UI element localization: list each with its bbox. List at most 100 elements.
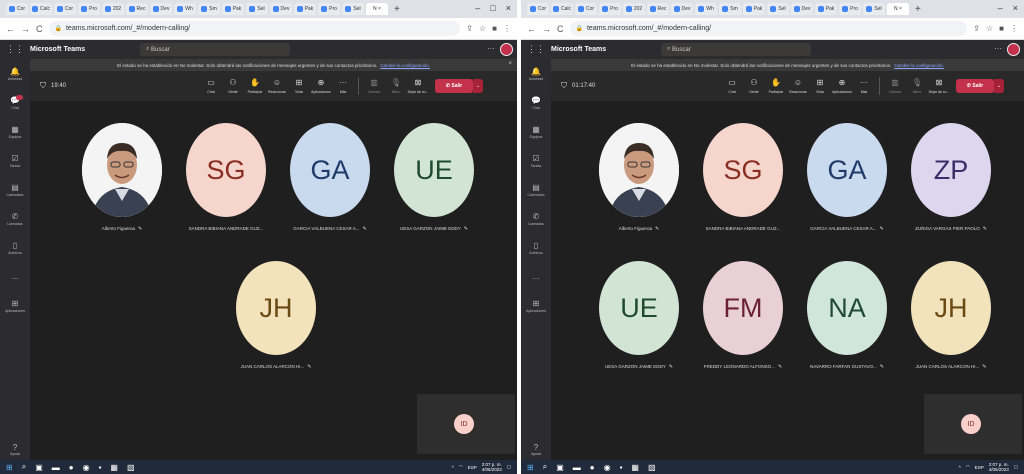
browser-tab[interactable]: Dev [671, 3, 693, 15]
browser-tab[interactable]: 202 [623, 3, 645, 15]
chevron-up-icon[interactable]: ^ [452, 465, 454, 470]
close-icon[interactable]: × [508, 61, 512, 67]
settings-link[interactable]: Cambie la configuración. [380, 63, 430, 68]
sidebar-icon[interactable]: ■ [492, 24, 497, 33]
sidebar-icon[interactable]: ■ [999, 24, 1004, 33]
menu-icon[interactable]: ⋮ [1010, 24, 1018, 33]
avatar[interactable] [500, 43, 513, 56]
participant-tile[interactable]: FM FREDDY LEONARDO ALFONSO... ✎ [695, 261, 791, 370]
minimize-icon[interactable]: – [998, 3, 1003, 13]
explorer-icon[interactable]: ▬ [573, 463, 581, 472]
clock[interactable]: 2:07 p. m. 4/05/2023 [989, 462, 1009, 472]
rail-item-files[interactable]: ▯ Archivos [0, 233, 30, 262]
chat-button[interactable]: ▭ Chat [721, 78, 743, 94]
rail-item-activity[interactable]: 🔔 Actividad [521, 59, 551, 88]
share-icon[interactable]: ⇪ [466, 24, 473, 33]
rail-item-calls[interactable]: ✆ Llamadas [0, 204, 30, 233]
self-view[interactable]: ID [417, 394, 515, 454]
browser-tab[interactable]: Pro [78, 3, 100, 15]
view-button[interactable]: ⊞ Vista [809, 78, 831, 94]
rail-item-apps[interactable]: ⊞ Aplicaciones [521, 291, 551, 320]
search-input[interactable]: ⌕ Buscar [140, 43, 290, 56]
browser-tab[interactable]: Pak [222, 3, 244, 15]
rail-item-chat[interactable]: 💬 Chat [521, 88, 551, 117]
camera-button[interactable]: ▥ Cámara [363, 78, 385, 94]
view-button[interactable]: ⊞ Vista [288, 78, 310, 94]
raise-hand-button[interactable]: ✋ Participar [765, 78, 787, 94]
browser-tab[interactable]: Sm [719, 3, 741, 15]
rail-item-calendar[interactable]: ▤ Calendario [0, 175, 30, 204]
chevron-up-icon[interactable]: ^ [959, 465, 961, 470]
url-field[interactable]: 🔒 teams.microsoft.com/_#/modern-calling/ [48, 21, 461, 36]
raise-hand-button[interactable]: ✋ Participar [244, 78, 266, 94]
stop-sharing-button[interactable]: ⊠ Dejar de co... [928, 78, 950, 94]
browser-tab[interactable]: Pak [743, 3, 765, 15]
rail-item-files[interactable]: ▯ Archivos [521, 233, 551, 262]
browser-tab[interactable]: Sel [246, 3, 268, 15]
rail-item-teams[interactable]: ▦ Equipos [0, 117, 30, 146]
rail-item-calls[interactable]: ✆ Llamadas [521, 204, 551, 233]
browser-tab[interactable]: 202 [102, 3, 124, 15]
app-icon[interactable]: ▧ [127, 463, 135, 472]
new-tab-icon[interactable]: + [394, 4, 400, 15]
camera-button[interactable]: ▥ Cámara [884, 78, 906, 94]
browser-tab[interactable]: Calc [551, 3, 573, 15]
app-launcher-icon[interactable]: ⋮⋮ [0, 44, 30, 55]
browser-tab[interactable]: Cor [54, 3, 76, 15]
react-button[interactable]: ☺ Reaccionar [266, 78, 288, 94]
more-button[interactable]: ··· Más [332, 78, 354, 94]
browser-tab[interactable]: Pak [815, 3, 837, 15]
browser-tab[interactable]: Calc [30, 3, 52, 15]
chrome-icon[interactable]: ◉ [604, 463, 611, 472]
more-options-icon[interactable]: ··· [487, 44, 495, 53]
excel-icon[interactable]: ▦ [110, 463, 118, 472]
windows-icon[interactable]: ⊞ [6, 463, 13, 472]
browser-tab-active[interactable]: N × [887, 3, 909, 15]
rail-item-tasks[interactable]: ☑ Tareas [521, 146, 551, 175]
teams-icon[interactable]: ▪ [99, 463, 102, 472]
rail-item-tasks[interactable]: ☑ Tareas [0, 146, 30, 175]
rail-item-activity[interactable]: 🔔 Actividad [0, 59, 30, 88]
excel-icon[interactable]: ▦ [631, 463, 639, 472]
more-button[interactable]: ··· Más [853, 78, 875, 94]
rail-item-chat[interactable]: 💬 Chat [0, 88, 30, 117]
stop-sharing-button[interactable]: ⊠ Dejar de co... [407, 78, 429, 94]
taskview-icon[interactable]: ▣ [35, 463, 43, 472]
participant-tile[interactable]: Alberto Figueroa ✎ [591, 123, 687, 232]
search-icon[interactable]: ⌕ [543, 462, 547, 472]
participant-tile[interactable]: Alberto Figueroa ✎ [74, 123, 170, 232]
browser-tab[interactable]: Cor [527, 3, 549, 15]
chrome-icon[interactable]: ◉ [83, 463, 90, 472]
participant-tile[interactable]: SG SANDRA BIBIANA ANDRADE GUZ... [695, 123, 791, 231]
star-icon[interactable]: ☆ [986, 24, 993, 33]
rail-item-help[interactable]: ? Ayuda [0, 443, 30, 456]
browser-tab[interactable]: Wh [695, 3, 717, 15]
participant-tile[interactable]: UE UESA GARZON JAIME EDDY ✎ [591, 261, 687, 370]
people-button[interactable]: ⚇ Gente [743, 78, 765, 94]
taskview-icon[interactable]: ▣ [556, 463, 564, 472]
browser-tab[interactable]: Dev [270, 3, 292, 15]
back-icon[interactable]: ← [6, 24, 15, 34]
new-tab-icon[interactable]: + [915, 4, 921, 15]
minimize-icon[interactable]: – [475, 3, 480, 13]
more-options-icon[interactable]: ··· [994, 44, 1002, 53]
rail-item-help[interactable]: ? Ayuda [521, 443, 551, 456]
notification-icon[interactable]: ▢ [507, 464, 511, 470]
close-icon[interactable]: × [1013, 3, 1018, 13]
participant-tile[interactable]: GA GARCIA VALBUENA CESAR A... ✎ [799, 123, 895, 232]
firefox-icon[interactable]: ● [590, 463, 595, 472]
reload-icon[interactable]: C [36, 24, 43, 34]
apps-button[interactable]: ⊕ Aplicaciones [831, 78, 853, 94]
participant-tile[interactable]: JH JUAN CARLOS ALARCON HI... ✎ [903, 261, 999, 370]
browser-tab[interactable]: Rec [126, 3, 148, 15]
wifi-icon[interactable]: ◠ [966, 464, 970, 470]
browser-tab[interactable]: Pro [318, 3, 340, 15]
avatar[interactable] [1007, 43, 1020, 56]
rail-item-more[interactable]: ... [521, 262, 551, 291]
participant-tile[interactable]: NA NAVARRO FARFAN GUSTAVO... ✎ [799, 261, 895, 370]
chevron-down-icon[interactable]: ⌄ [473, 79, 483, 93]
react-button[interactable]: ☺ Reaccionar [787, 78, 809, 94]
leave-button[interactable]: ✆ Salir [956, 79, 994, 93]
rail-item-apps[interactable]: ⊞ Aplicaciones [0, 291, 30, 320]
windows-icon[interactable]: ⊞ [527, 463, 534, 472]
